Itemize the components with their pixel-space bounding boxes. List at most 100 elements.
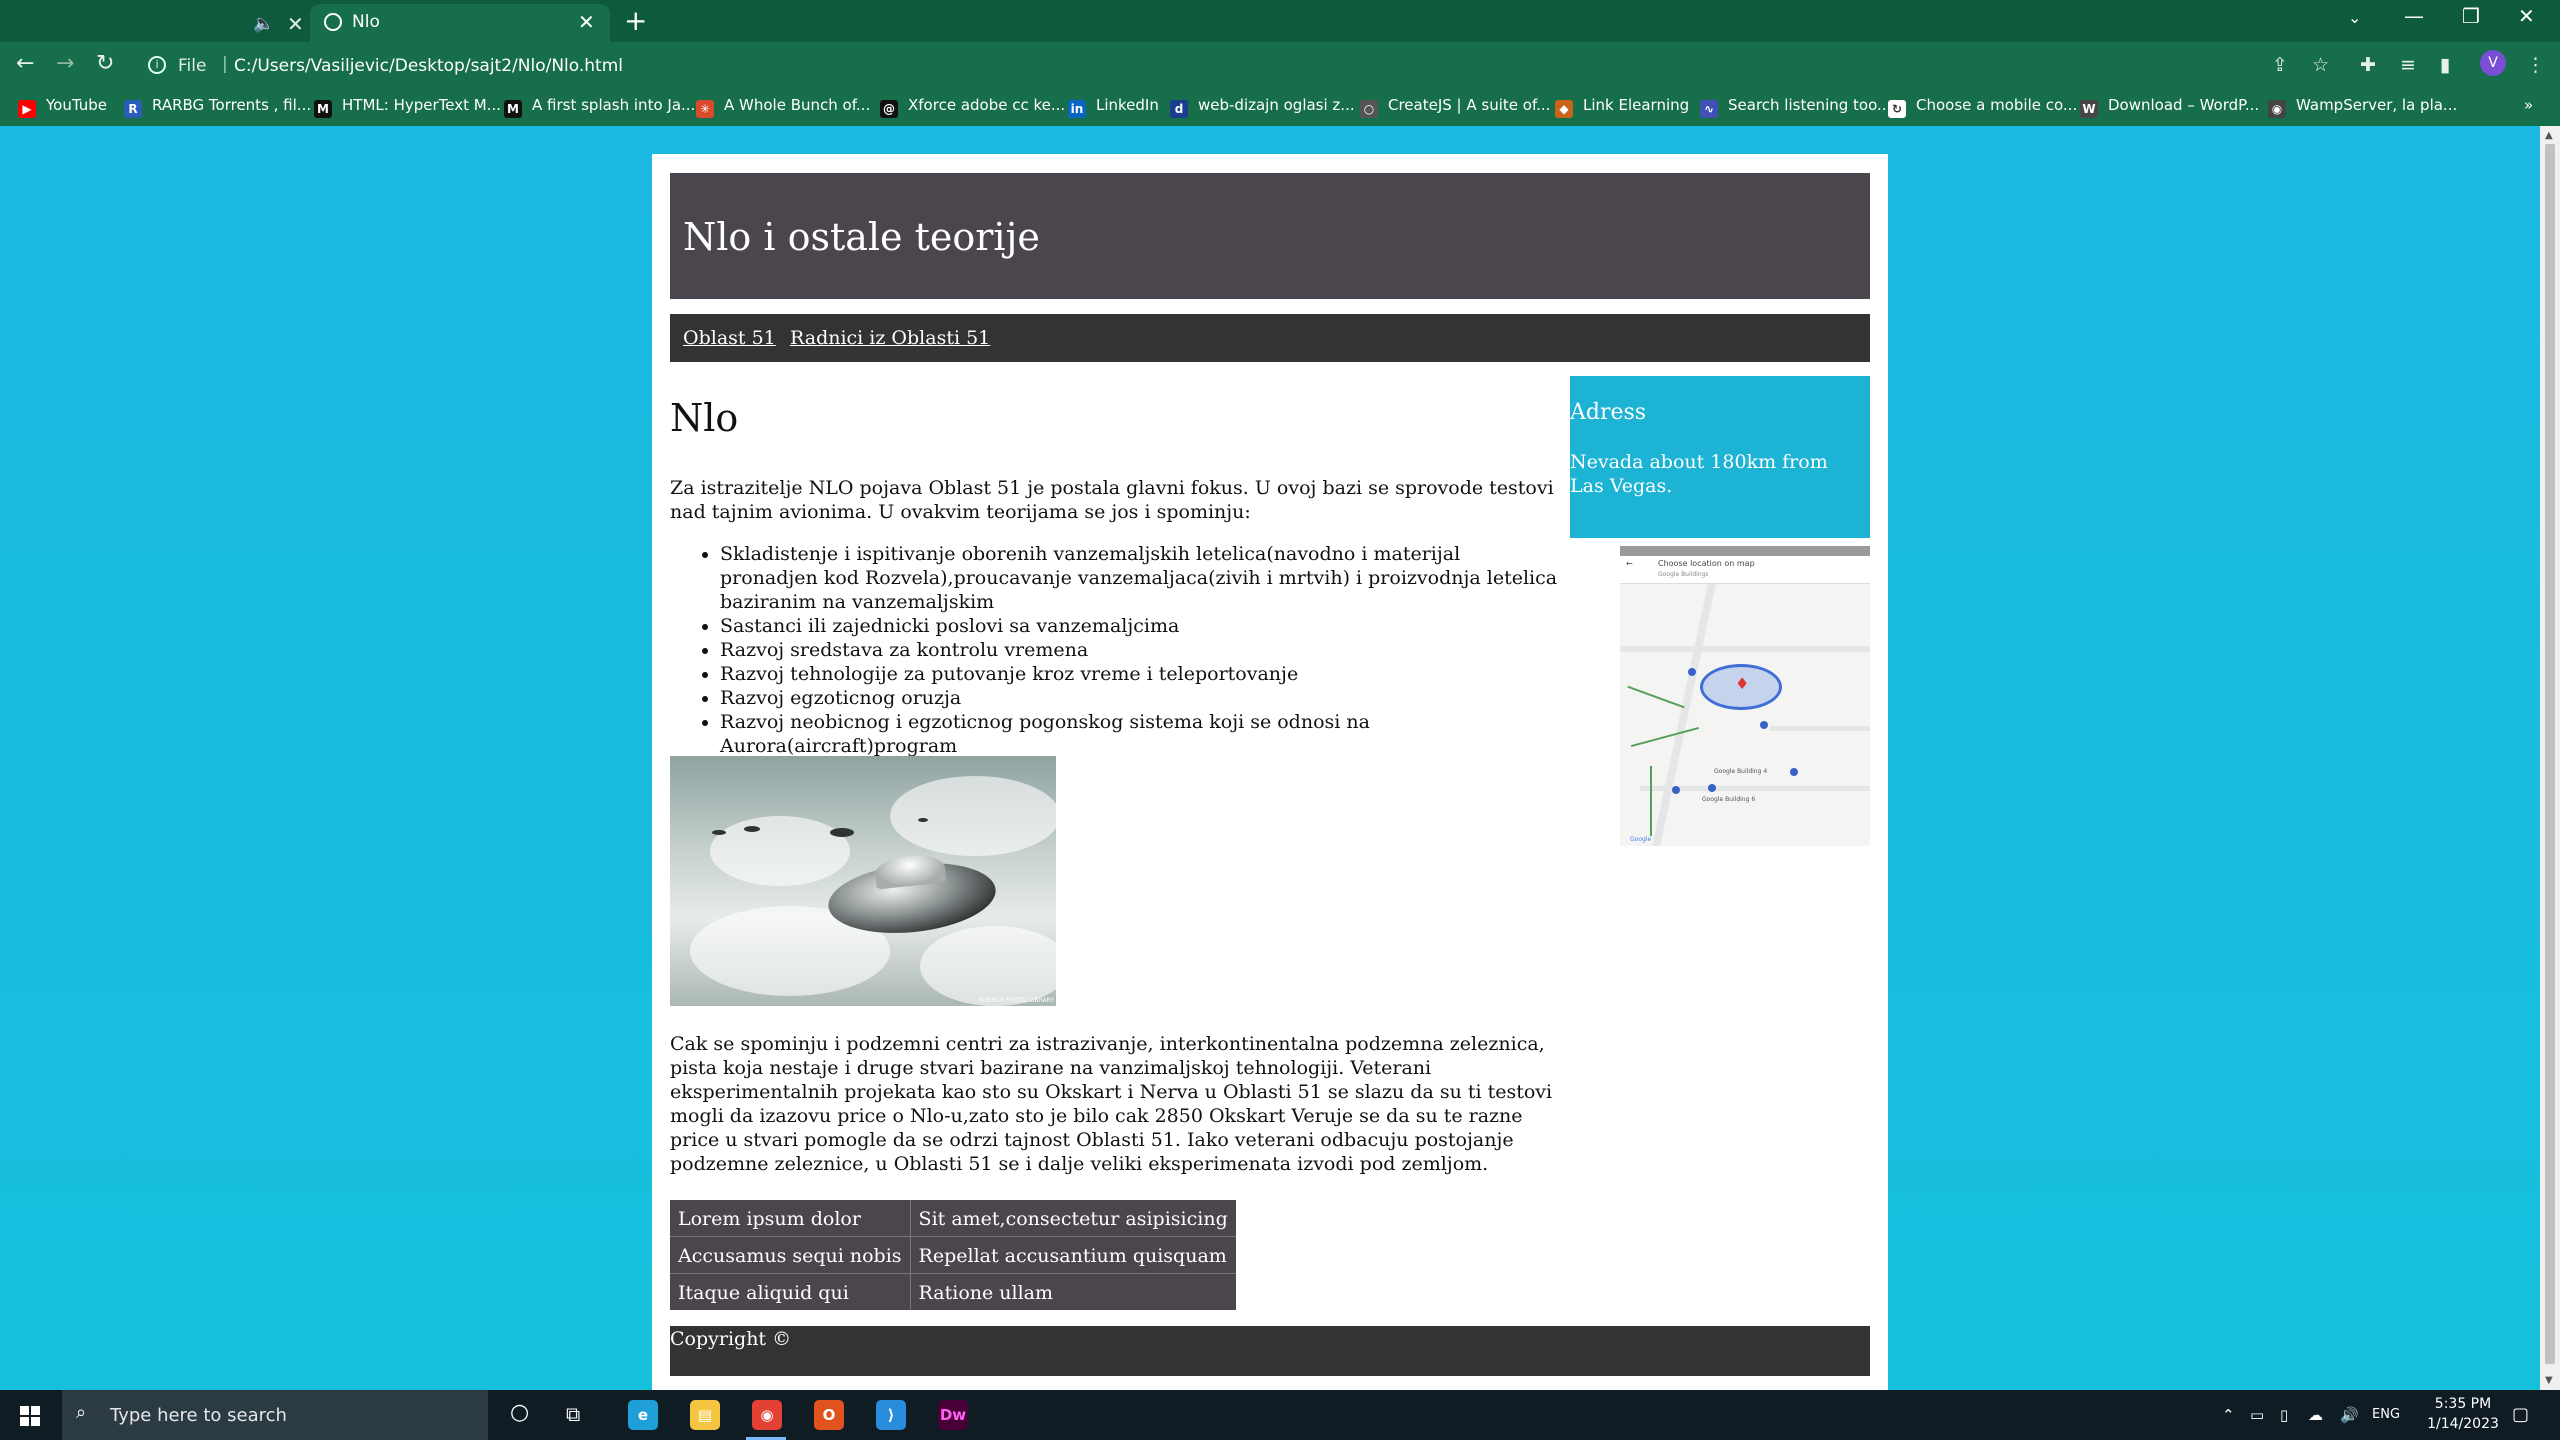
scrollbar-thumb[interactable]	[2545, 144, 2555, 1364]
minimize-icon[interactable]: —	[2404, 4, 2424, 28]
reload-icon[interactable]: ↻	[96, 51, 114, 76]
new-tab-button[interactable]: +	[624, 4, 647, 37]
battery-icon[interactable]: ▯	[2280, 1406, 2288, 1424]
bookmark-label: LinkedIn	[1096, 96, 1159, 114]
dizajn-icon: d	[1170, 100, 1188, 118]
dreamweaver-icon[interactable]: Dw	[938, 1400, 968, 1430]
forward-icon[interactable]: →	[56, 51, 74, 76]
table-cell: Itaque aliquid qui	[670, 1274, 911, 1310]
map-back-icon: ←	[1626, 559, 1633, 568]
back-icon[interactable]: ←	[16, 51, 34, 76]
muted-speaker-icon[interactable]: 🔈	[253, 14, 274, 34]
bookmark-dizajn[interactable]: d web-dizajn oglasi z...	[1170, 96, 1355, 118]
volume-icon[interactable]: 🔊	[2340, 1406, 2359, 1424]
bookmark-star-icon[interactable]: ☆	[2312, 54, 2329, 76]
windows-start-icon[interactable]	[20, 1406, 40, 1426]
vertical-scrollbar[interactable]: ▲ ▼	[2540, 126, 2560, 1390]
notifications-icon[interactable]: ▢	[2512, 1404, 2529, 1425]
table-cell: Lorem ipsum dolor	[670, 1200, 911, 1237]
network-icon[interactable]: ▭	[2250, 1406, 2264, 1424]
bookmark-mobile[interactable]: ↻ Choose a mobile co...	[1888, 96, 2077, 118]
table-cell: Ratione ullam	[918, 1282, 1054, 1304]
bookmark-label: A first splash into Ja...	[532, 96, 696, 114]
nav-link-radnici[interactable]: Radnici iz Oblasti 51	[790, 327, 990, 349]
star-icon: ✳	[696, 100, 714, 118]
copyright-text: Copyright ©	[670, 1328, 792, 1350]
close-tab-icon[interactable]: ✕	[287, 12, 304, 36]
table-row: Itaque aliquid qui Ratione ullam	[670, 1274, 1236, 1310]
file-explorer-icon[interactable]: ▤	[690, 1400, 720, 1430]
tray-chevron-icon[interactable]: ⌃	[2222, 1406, 2235, 1424]
page-heading: Nlo	[670, 396, 739, 440]
scroll-down-icon[interactable]: ▼	[2545, 1375, 2553, 1386]
search-placeholder: Type here to search	[110, 1405, 287, 1426]
clock[interactable]: 5:35 PM 1/14/2023	[2418, 1394, 2508, 1434]
vscode-icon[interactable]: ⟩	[876, 1400, 906, 1430]
extensions-icon[interactable]: ✚	[2360, 54, 2376, 76]
share-icon[interactable]: ⇪	[2272, 54, 2288, 76]
bookmark-createjs[interactable]: ○ CreateJS | A suite of...	[1360, 96, 1550, 118]
mdn-icon: M	[314, 100, 332, 118]
bookmark-label: YouTube	[46, 96, 107, 114]
address-bar[interactable]: i File | C:/Users/Vasiljevic/Desktop/saj…	[140, 47, 2360, 83]
intro-paragraph: Za istrazitelje NLO pojava Oblast 51 je …	[670, 477, 1554, 523]
tab-inactive[interactable]: 🔈 ✕	[10, 6, 305, 42]
info-icon[interactable]: i	[148, 56, 166, 74]
office-icon[interactable]: O	[814, 1400, 844, 1430]
clock-time: 5:35 PM	[2434, 1396, 2492, 1412]
bookmark-rarbg[interactable]: R RARBG Torrents , fil...	[124, 96, 311, 118]
site-container: Nlo i ostale teorije Oblast 51 Radnici i…	[652, 154, 1888, 1390]
bookmark-label: Choose a mobile co...	[1916, 96, 2078, 114]
language-indicator[interactable]: ENG	[2372, 1407, 2400, 1422]
bookmark-star[interactable]: ✳ A Whole Bunch of...	[696, 96, 870, 118]
bookmarks-bar: ▶ YouTube R RARBG Torrents , fil... M HTML: H…	[0, 88, 2560, 126]
bookmark-label: CreateJS | A suite of...	[1388, 96, 1551, 114]
bookmark-wamp[interactable]: ◉ WampServer, la pla...	[2268, 96, 2457, 118]
bookmark-elearning[interactable]: ◆ Link Elearning	[1555, 96, 1689, 118]
bookmark-mdn[interactable]: M A first splash into Ja...	[504, 96, 695, 118]
bookmark-wordpress[interactable]: W Download – WordP...	[2080, 96, 2259, 118]
task-view-icon[interactable]: ⧉	[566, 1402, 580, 1426]
bookmark-label: HTML: HyperText M...	[342, 96, 501, 114]
taskbar-search[interactable]: ⌕ Type here to search	[62, 1390, 488, 1440]
list-item: Skladistenje i ispitivanje oborenih vanz…	[720, 542, 1560, 614]
image-credit: SCIENCE PHOTO LIBRARY	[978, 997, 1054, 1004]
bookmark-label: Download – WordP...	[2108, 96, 2260, 114]
info-table: Lorem ipsum dolor Sit amet,consectetur a…	[670, 1200, 1236, 1310]
bookmarks-overflow-icon[interactable]: »	[2524, 96, 2533, 114]
bookmark-listening[interactable]: ∿ Search listening too...	[1700, 96, 1891, 118]
bookmark-swirl[interactable]: @ Xforce adobe cc ke...	[880, 96, 1065, 118]
bookmark-label: WampServer, la pla...	[2296, 96, 2458, 114]
list-item: Razvoj tehnologije za putovanje kroz vre…	[720, 662, 1560, 686]
bookmark-linkedin[interactable]: in LinkedIn	[1068, 96, 1159, 118]
nav-link-oblast-51[interactable]: Oblast 51	[683, 327, 776, 349]
scroll-up-icon[interactable]: ▲	[2545, 130, 2553, 141]
toolbar: ← → ↻ i File | C:/Users/Vasiljevic/Deskt…	[0, 42, 2560, 88]
edge-icon[interactable]: e	[628, 1400, 658, 1430]
close-tab-icon[interactable]: ✕	[578, 10, 595, 34]
media-control-icon[interactable]: ≡	[2400, 54, 2416, 76]
search-icon: ⌕	[76, 1402, 87, 1423]
restore-icon[interactable]: ❐	[2462, 4, 2480, 28]
map-label: Google Building 6	[1702, 796, 1756, 803]
wordpress-icon: W	[2080, 100, 2098, 118]
address-title: Adress	[1570, 400, 1647, 425]
bookmark-label: RARBG Torrents , fil...	[152, 96, 312, 114]
theories-list: Skladistenje i ispitivanje oborenih vanz…	[720, 542, 1560, 758]
elearning-icon: ◆	[1555, 100, 1573, 118]
menu-icon[interactable]: ⋮	[2526, 54, 2545, 76]
bookmark-youtube[interactable]: ▶ YouTube	[18, 96, 107, 118]
url-text[interactable]: C:/Users/Vasiljevic/Desktop/sajt2/Nlo/Nl…	[224, 56, 623, 76]
tab-search-icon[interactable]: ⌄	[2348, 8, 2361, 27]
table-cell: Sit amet,consectetur asipisicing	[910, 1200, 1236, 1237]
tab-active[interactable]: Nlo ✕	[310, 4, 610, 42]
bookmark-mdn[interactable]: M HTML: HyperText M...	[314, 96, 501, 118]
cortana-icon[interactable]: ○	[510, 1400, 529, 1425]
listening-icon: ∿	[1700, 100, 1718, 118]
profile-avatar[interactable]: V	[2480, 50, 2506, 76]
chrome-icon[interactable]: ◉	[752, 1400, 782, 1430]
close-window-icon[interactable]: ✕	[2518, 4, 2535, 28]
side-panel-icon[interactable]: ▮	[2440, 54, 2450, 76]
bookmark-label: web-dizajn oglasi z...	[1198, 96, 1355, 114]
onedrive-icon[interactable]: ☁	[2308, 1406, 2323, 1424]
